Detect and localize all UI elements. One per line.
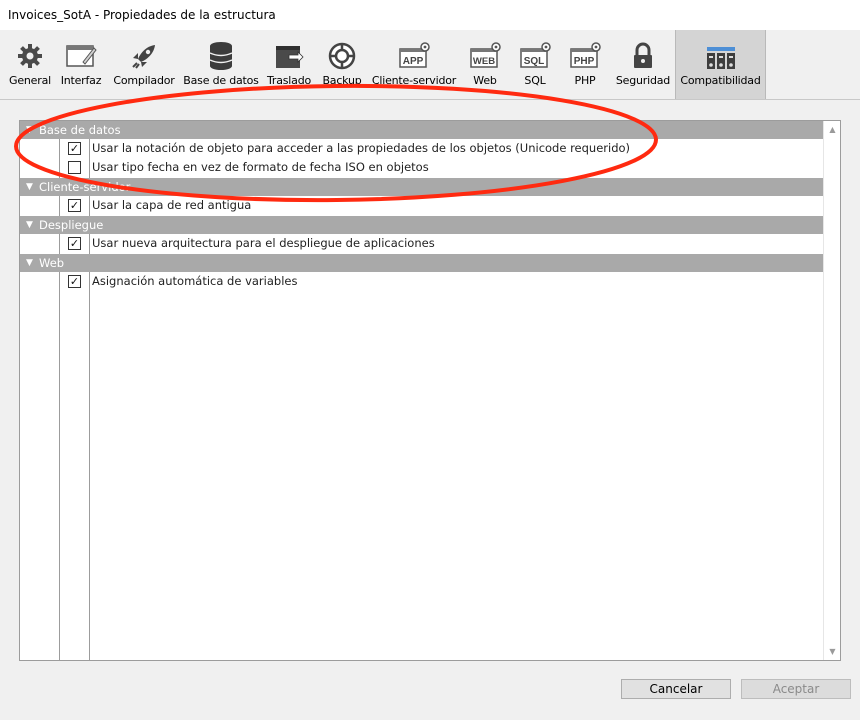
app-icon: APP: [397, 41, 431, 71]
tab-label: PHP: [574, 74, 596, 87]
tab-label: General: [9, 74, 51, 87]
gear-icon: [13, 41, 47, 71]
tab-traslado[interactable]: Traslado: [267, 30, 311, 99]
options-list: ▼ Base de datos ✓ Usar la notación de ob…: [19, 120, 841, 661]
option-checkbox[interactable]: [68, 161, 81, 174]
web-icon: WEB: [468, 41, 502, 71]
tab-backup[interactable]: Backup: [320, 30, 364, 99]
group-title: Base de datos: [39, 123, 121, 137]
option-row[interactable]: ✓ Asignación automática de variables: [20, 272, 823, 291]
option-label: Asignación automática de variables: [92, 274, 298, 288]
sql-icon: SQL: [518, 41, 552, 71]
tab-label: Backup: [322, 74, 362, 87]
option-label: Usar nueva arquitectura para el desplieg…: [92, 236, 435, 250]
tab-sql[interactable]: SQL SQL: [514, 30, 556, 99]
vertical-scrollbar[interactable]: ▲ ▼: [823, 121, 840, 660]
chevron-down-icon[interactable]: ▼: [26, 178, 33, 196]
tab-label: Web: [473, 74, 497, 87]
tab-compatibilidad[interactable]: Compatibilidad: [675, 30, 766, 99]
svg-text:APP: APP: [403, 56, 424, 67]
backup-icon: [325, 41, 359, 71]
chevron-down-icon[interactable]: ▼: [26, 216, 33, 234]
svg-text:PHP: PHP: [574, 56, 595, 67]
tab-label: Cliente-servidor: [371, 74, 457, 87]
interface-icon: [64, 41, 98, 71]
tab-label: Compilador: [113, 74, 175, 87]
rocket-icon: [127, 41, 161, 71]
toolbar-divider: [0, 99, 860, 100]
tab-label: Compatibilidad: [680, 74, 761, 87]
cancel-button[interactable]: Cancelar: [621, 679, 731, 699]
tab-label: Traslado: [267, 74, 312, 87]
option-checkbox[interactable]: ✓: [68, 275, 81, 288]
php-icon: PHP: [568, 41, 602, 71]
tab-web[interactable]: WEB Web: [464, 30, 506, 99]
database-icon: [204, 41, 238, 71]
tab-base-de-datos[interactable]: Base de datos: [183, 30, 259, 99]
window-title: Invoices_SotA - Propiedades de la estruc…: [0, 0, 860, 30]
tab-label: Seguridad: [615, 74, 671, 87]
tab-interfaz[interactable]: Interfaz: [59, 30, 103, 99]
option-checkbox[interactable]: ✓: [68, 199, 81, 212]
option-checkbox[interactable]: ✓: [68, 142, 81, 155]
accept-button[interactable]: Aceptar: [741, 679, 851, 699]
svg-text:WEB: WEB: [473, 56, 495, 67]
chevron-down-icon[interactable]: ▼: [26, 121, 33, 139]
chevron-down-icon[interactable]: ▼: [26, 254, 33, 272]
option-checkbox[interactable]: ✓: [68, 237, 81, 250]
group-title: Cliente-servidor: [39, 180, 131, 194]
compatibility-icon: [704, 41, 738, 71]
transfer-icon: [272, 41, 306, 71]
tab-php[interactable]: PHP PHP: [564, 30, 606, 99]
tab-general[interactable]: General: [8, 30, 52, 99]
option-label: Usar tipo fecha en vez de formato de fec…: [92, 160, 429, 174]
option-row[interactable]: ✓ Usar nueva arquitectura para el despli…: [20, 234, 823, 253]
tab-label: Base de datos: [183, 74, 259, 87]
tab-compilador[interactable]: Compilador: [112, 30, 176, 99]
lock-icon: [626, 41, 660, 71]
tab-seguridad[interactable]: Seguridad: [614, 30, 672, 99]
option-row[interactable]: ✓ Usar la notación de objeto para accede…: [20, 139, 823, 158]
scroll-up-icon[interactable]: ▲: [824, 121, 841, 138]
group-header-despliegue[interactable]: ▼ Despliegue: [20, 216, 823, 234]
group-header-web[interactable]: ▼ Web: [20, 254, 823, 272]
group-header-base-de-datos[interactable]: ▼ Base de datos: [20, 121, 823, 139]
group-header-cliente-servidor[interactable]: ▼ Cliente-servidor: [20, 178, 823, 196]
option-label: Usar la capa de red antigua: [92, 198, 252, 212]
option-row[interactable]: Usar tipo fecha en vez de formato de fec…: [20, 158, 823, 177]
tab-label: SQL: [524, 74, 546, 87]
option-label: Usar la notación de objeto para acceder …: [92, 141, 631, 155]
group-title: Web: [39, 256, 65, 270]
tab-cliente-servidor[interactable]: APP Cliente-servidor: [372, 30, 456, 99]
scroll-down-icon[interactable]: ▼: [824, 643, 841, 660]
svg-text:SQL: SQL: [524, 56, 545, 67]
group-title: Despliegue: [39, 218, 104, 232]
tab-label: Interfaz: [60, 74, 102, 87]
toolbar: General Interfaz Compilador Base de dato…: [0, 30, 860, 99]
option-row[interactable]: ✓ Usar la capa de red antigua: [20, 196, 823, 215]
